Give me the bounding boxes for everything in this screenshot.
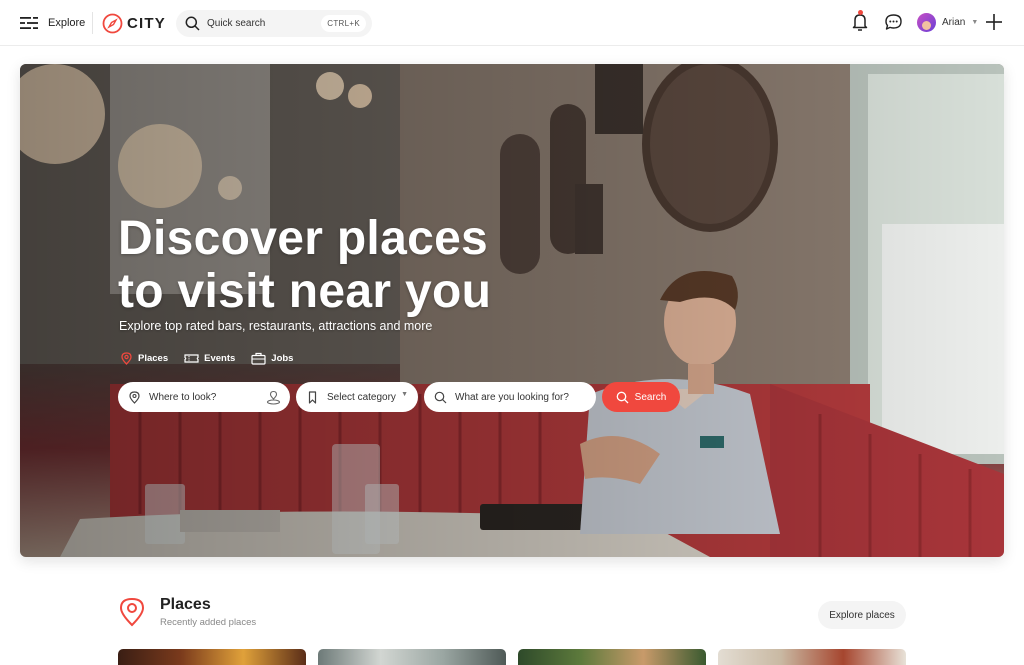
tab-events-label: Events	[204, 353, 236, 364]
menu-icon	[20, 17, 38, 29]
keyword-search-placeholder: What are you looking for?	[455, 391, 569, 403]
chat-bubble-icon	[885, 14, 902, 30]
chevron-down-icon: ▼	[971, 18, 979, 26]
avatar	[917, 12, 936, 32]
places-card-list	[118, 649, 906, 665]
tab-places-label: Places	[138, 353, 169, 364]
search-icon	[434, 391, 447, 403]
search-button[interactable]: Search	[602, 382, 680, 412]
keyboard-shortcut-badge: CTRL+K	[321, 15, 366, 32]
tab-events[interactable]: Events	[184, 352, 235, 365]
places-subtitle: Recently added places	[160, 617, 257, 628]
notifications-button[interactable]	[851, 10, 869, 32]
divider	[92, 12, 93, 34]
quick-search-label: Quick search	[207, 18, 266, 29]
search-button-label: Search	[634, 391, 667, 403]
hero-category-tabs: Places Events Jobs	[120, 352, 293, 365]
map-pin-icon	[121, 352, 132, 365]
places-section-header: Places Recently added places	[118, 596, 256, 628]
category-select-value: Select category	[327, 391, 396, 403]
category-select[interactable]: Select category ▼	[296, 382, 418, 412]
user-menu[interactable]: Arian ▼	[917, 11, 978, 33]
user-name: Arian	[942, 16, 966, 28]
map-pin-icon	[129, 390, 140, 404]
add-button[interactable]	[985, 13, 1003, 31]
briefcase-icon	[251, 352, 266, 365]
search-icon	[185, 16, 200, 31]
tab-jobs-label: Jobs	[271, 353, 294, 364]
tab-jobs[interactable]: Jobs	[251, 352, 293, 365]
top-navigation-bar: Explore CITY Quick search CTRL+K Arian ▼	[0, 0, 1024, 46]
explore-menu-label: Explore	[48, 17, 86, 29]
location-input-placeholder: Where to look?	[149, 391, 217, 403]
location-input[interactable]: Where to look?	[118, 382, 290, 412]
place-card-image[interactable]	[518, 649, 706, 665]
locate-me-icon[interactable]	[266, 390, 281, 405]
chevron-down-icon: ▼	[401, 391, 408, 398]
place-card-image[interactable]	[718, 649, 906, 665]
notification-dot	[858, 10, 863, 15]
hero-title-line-2: to visit near you	[118, 265, 492, 318]
explore-menu-button[interactable]: Explore	[20, 13, 86, 33]
search-icon	[616, 391, 629, 403]
hero-title-line-1: Discover places	[118, 212, 489, 265]
logo-text: CITY	[127, 14, 166, 32]
compass-logo-icon	[102, 13, 123, 33]
place-card-image[interactable]	[118, 649, 306, 665]
plus-icon	[986, 14, 1002, 30]
explore-places-button[interactable]: Explore places	[818, 601, 906, 629]
hero-subtitle: Explore top rated bars, restaurants, att…	[119, 319, 433, 333]
place-card-image[interactable]	[318, 649, 506, 665]
places-title: Places	[160, 596, 211, 613]
ticket-icon	[184, 354, 199, 363]
city-logo[interactable]: CITY	[102, 12, 166, 34]
hero-banner: Discover places to visit near you Explor…	[20, 64, 1004, 557]
messages-button[interactable]	[884, 13, 903, 32]
hero-title: Discover places to visit near you	[118, 212, 491, 318]
tab-places[interactable]: Places	[120, 352, 168, 365]
bookmark-icon	[308, 390, 317, 404]
map-pin-icon	[119, 597, 145, 627]
quick-search-button[interactable]: Quick search CTRL+K	[176, 10, 372, 37]
keyword-search-input[interactable]: What are you looking for?	[424, 382, 596, 412]
